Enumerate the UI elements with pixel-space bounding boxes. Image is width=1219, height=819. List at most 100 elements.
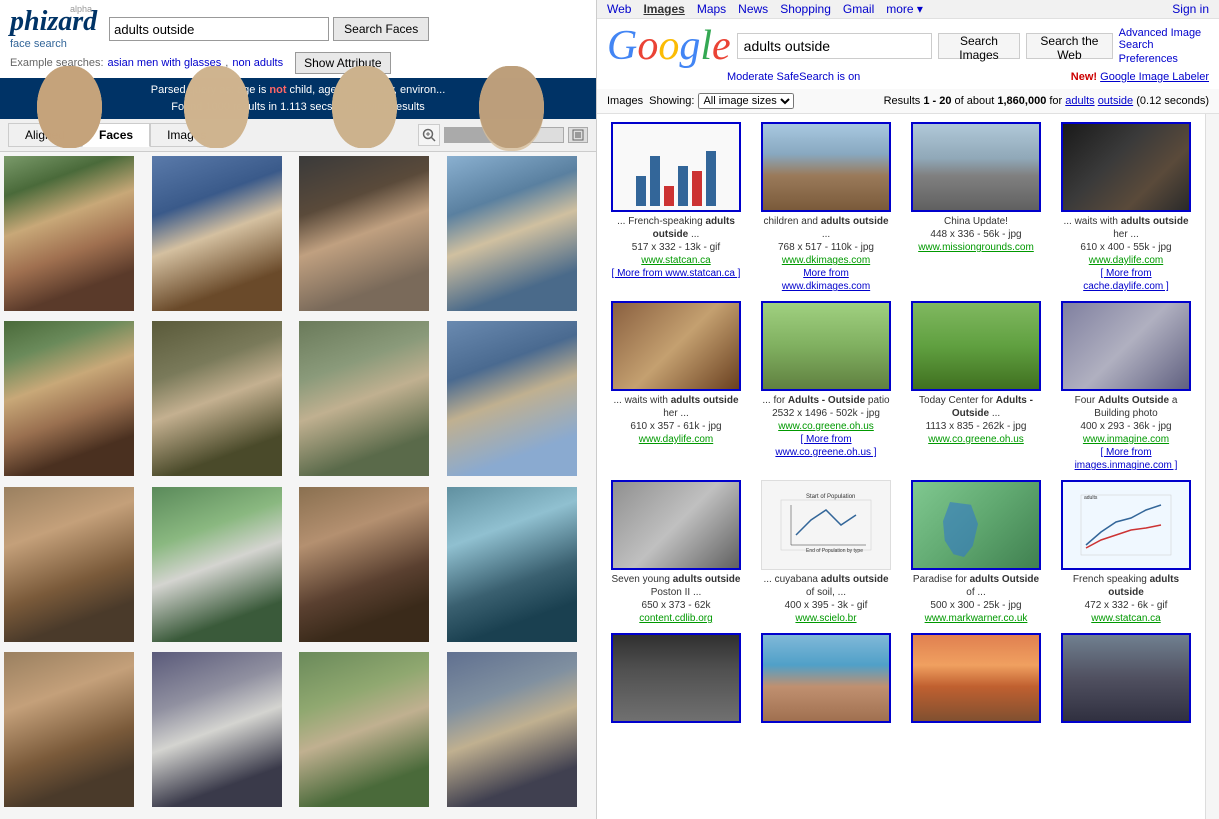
image-thumb-6[interactable] xyxy=(761,301,891,391)
topbar-gmail[interactable]: Gmail xyxy=(843,2,874,16)
image-thumb-11[interactable] xyxy=(911,480,1041,570)
site-link-11[interactable]: www.markwarner.co.uk xyxy=(911,612,1041,625)
topbar-images[interactable]: Images xyxy=(643,2,684,16)
site-link-2[interactable]: www.dkimages.com xyxy=(761,254,891,267)
face-item-7[interactable] xyxy=(299,321,429,476)
face-item-1[interactable] xyxy=(4,156,134,311)
image-thumb-2[interactable] xyxy=(761,122,891,212)
topbar-web[interactable]: Web xyxy=(607,2,631,16)
face-item-16[interactable] xyxy=(447,652,577,807)
image-thumb-1[interactable] xyxy=(611,122,741,212)
image-thumb-14[interactable] xyxy=(761,633,891,723)
image-item-1[interactable]: ... French-speaking adults outside ... 5… xyxy=(605,122,747,293)
image-item-5[interactable]: ... waits with adults outside her ... 61… xyxy=(605,301,747,472)
face-item-10[interactable] xyxy=(152,487,282,642)
face-item-13[interactable] xyxy=(4,652,134,807)
more-link-2[interactable]: More from www.dkimages.com xyxy=(761,267,891,293)
bar-6 xyxy=(706,151,716,206)
google-header-links: Advanced Image Search Preferences xyxy=(1119,27,1209,65)
site-link-9[interactable]: content.cdlib.org xyxy=(611,612,741,625)
more-link-1[interactable]: [ More from www.statcan.ca ] xyxy=(611,267,741,280)
site-link-3[interactable]: www.missiongrounds.com xyxy=(918,241,1034,254)
image-item-9[interactable]: Seven young adults outside Poston II ...… xyxy=(605,480,747,625)
image-thumb-4[interactable] xyxy=(1061,122,1191,212)
zoom-max-icon[interactable] xyxy=(568,127,588,143)
site-link-7[interactable]: www.co.greene.oh.us xyxy=(911,433,1041,446)
image-item-7[interactable]: Today Center for Adults - Outside ... 11… xyxy=(905,301,1047,472)
image-caption-13 xyxy=(675,726,678,739)
showing-label: Images Showing: xyxy=(607,95,694,107)
advanced-image-search-link[interactable]: Advanced Image Search xyxy=(1119,27,1209,51)
image-caption-5: ... waits with adults outside her ... 61… xyxy=(611,394,741,446)
site-link-10[interactable]: www.scielo.br xyxy=(761,612,891,625)
image-item-10[interactable]: Start of Population End of Population by… xyxy=(755,480,897,625)
image-item-13[interactable] xyxy=(605,633,747,739)
query-word-2[interactable]: outside xyxy=(1098,95,1133,107)
image-thumb-10[interactable]: Start of Population End of Population by… xyxy=(761,480,891,570)
topbar-shopping[interactable]: Shopping xyxy=(780,2,831,16)
logo-subtitle: face search xyxy=(10,38,67,50)
face-item-11[interactable] xyxy=(299,487,429,642)
right-scrollbar[interactable] xyxy=(1205,114,1219,819)
face-item-9[interactable] xyxy=(4,487,134,642)
image-item-16[interactable] xyxy=(1055,633,1197,739)
image-item-2[interactable]: children and adults outside ... 768 x 51… xyxy=(755,122,897,293)
site-link-6[interactable]: www.co.greene.oh.us xyxy=(761,420,891,433)
image-size-select[interactable]: All image sizes xyxy=(698,93,794,109)
google-search-web-button[interactable]: Search the Web xyxy=(1026,33,1112,59)
more-link-6[interactable]: [ More from www.co.greene.oh.us ] xyxy=(761,433,891,459)
topbar-maps[interactable]: Maps xyxy=(697,2,726,16)
image-thumb-13[interactable] xyxy=(611,633,741,723)
image-thumb-3[interactable] xyxy=(911,122,1041,212)
google-search-images-button[interactable]: Search Images xyxy=(938,33,1021,59)
face-item-4[interactable] xyxy=(447,156,577,311)
face-item-5[interactable] xyxy=(4,321,134,476)
safe-search-link[interactable]: Moderate SafeSearch is on xyxy=(727,71,860,83)
site-link-12[interactable]: www.statcan.ca xyxy=(1061,612,1191,625)
image-caption-16 xyxy=(1125,726,1128,739)
image-item-11[interactable]: Paradise for adults Outside of ... 500 x… xyxy=(905,480,1047,625)
image-item-15[interactable] xyxy=(905,633,1047,739)
face-item-12[interactable] xyxy=(447,487,577,642)
image-item-6[interactable]: ... for Adults - Outside patio 2532 x 14… xyxy=(755,301,897,472)
phizard-search-button[interactable]: Search Faces xyxy=(333,17,429,41)
face-item-8[interactable] xyxy=(447,321,577,476)
preferences-link[interactable]: Preferences xyxy=(1119,53,1209,65)
google-search-input[interactable] xyxy=(737,33,932,59)
image-thumb-5[interactable] xyxy=(611,301,741,391)
image-thumb-8[interactable] xyxy=(1061,301,1191,391)
image-caption-2: children and adults outside ... 768 x 51… xyxy=(761,215,891,293)
image-item-14[interactable] xyxy=(755,633,897,739)
bar-3 xyxy=(664,186,674,206)
topbar-news[interactable]: News xyxy=(738,2,768,16)
more-link-4[interactable]: [ More from cache.daylife.com ] xyxy=(1061,267,1191,293)
image-item-3[interactable]: China Update! 448 x 336 - 56k - jpg www.… xyxy=(905,122,1047,293)
query-word-1[interactable]: adults xyxy=(1065,95,1094,107)
phizard-search-input[interactable] xyxy=(109,17,329,41)
image-thumb-16[interactable] xyxy=(1061,633,1191,723)
site-link-5[interactable]: www.daylife.com xyxy=(611,433,741,446)
image-thumb-7[interactable] xyxy=(911,301,1041,391)
face-item-14[interactable] xyxy=(152,652,282,807)
right-panel: Web Images Maps News Shopping Gmail more… xyxy=(597,0,1219,819)
site-link-4[interactable]: www.daylife.com xyxy=(1061,254,1191,267)
topbar-signin[interactable]: Sign in xyxy=(1172,2,1209,16)
face-item-6[interactable] xyxy=(152,321,282,476)
face-item-15[interactable] xyxy=(299,652,429,807)
image-item-8[interactable]: Four Adults Outside a Building photo 400… xyxy=(1055,301,1197,472)
labeler-link[interactable]: Google Image Labeler xyxy=(1100,71,1209,83)
site-link-8[interactable]: www.inmagine.com xyxy=(1061,433,1191,446)
site-link-1[interactable]: www.statcan.ca xyxy=(611,254,741,267)
face-item-3[interactable] xyxy=(299,156,429,311)
face-item-2[interactable] xyxy=(152,156,282,311)
image-thumb-9[interactable] xyxy=(611,480,741,570)
zoom-icon[interactable] xyxy=(418,124,440,146)
image-item-12[interactable]: adults French speaking adults outside 47… xyxy=(1055,480,1197,625)
example-link-2[interactable]: non adults xyxy=(232,57,283,69)
image-thumb-15[interactable] xyxy=(911,633,1041,723)
left-panel: phizard alpha face search Search Faces E… xyxy=(0,0,597,819)
more-link-8[interactable]: [ More from images.inmagine.com ] xyxy=(1061,446,1191,472)
image-thumb-12[interactable]: adults xyxy=(1061,480,1191,570)
topbar-more[interactable]: more ▾ xyxy=(886,2,923,16)
image-item-4[interactable]: ... waits with adults outside her ... 61… xyxy=(1055,122,1197,293)
